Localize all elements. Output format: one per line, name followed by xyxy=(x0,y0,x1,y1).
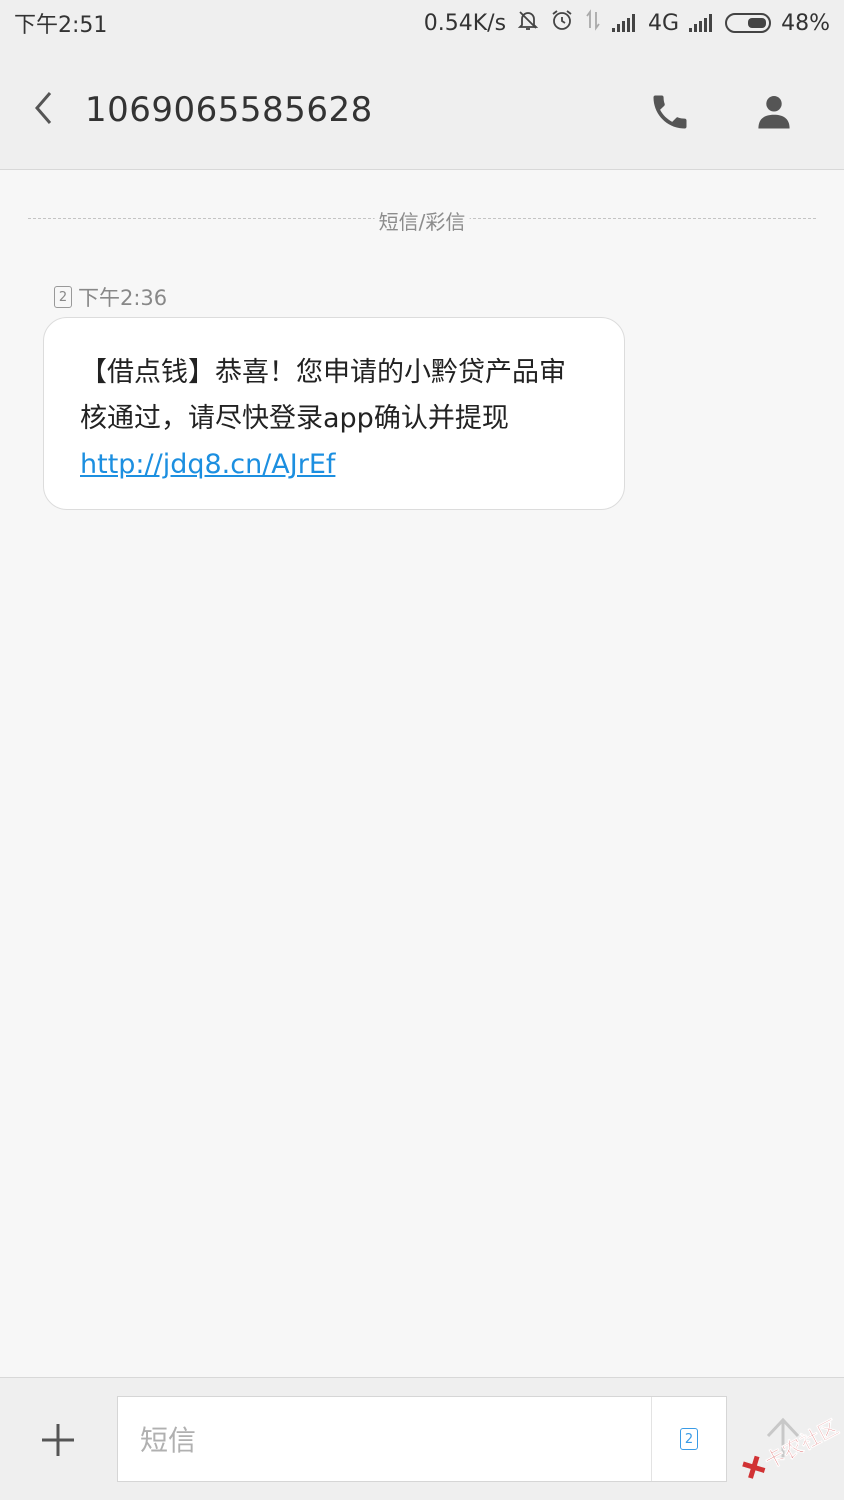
message-time: 下午2:36 xyxy=(78,286,168,310)
status-icons: 0.54K/s 4G 48% xyxy=(424,8,830,38)
alarm-clock-icon xyxy=(550,8,574,38)
person-icon xyxy=(758,96,790,129)
sim-switch-button[interactable]: 2 xyxy=(651,1397,726,1481)
signal-strength-2-icon xyxy=(689,14,715,32)
mute-bell-icon xyxy=(516,8,540,38)
message-link[interactable]: http://jdq8.cn/AJrEf xyxy=(80,442,588,488)
call-button[interactable] xyxy=(648,90,692,134)
message-meta: 2 下午2:36 xyxy=(54,282,167,312)
add-attachment-button[interactable] xyxy=(36,1418,80,1462)
divider-label: 短信/彩信 xyxy=(374,206,470,235)
sms-conversation-screen: 下午2:51 0.54K/s 4G 48% 1069065585628 短信/彩… xyxy=(0,0,844,1500)
status-time: 下午2:51 xyxy=(14,13,108,38)
battery-icon xyxy=(725,13,772,33)
data-transfer-icon xyxy=(584,8,602,38)
message-input[interactable] xyxy=(138,1397,642,1483)
sim-card-icon: 2 xyxy=(680,1428,698,1450)
battery-level: 48% xyxy=(781,10,830,36)
status-bar: 下午2:51 0.54K/s 4G 48% xyxy=(0,0,844,46)
contact-info-button[interactable] xyxy=(752,90,796,134)
message-type-divider: 短信/彩信 xyxy=(28,206,816,235)
message-bubble[interactable]: 【借点钱】恭喜！您申请的小黔贷产品审核通过，请尽快登录app确认并提现 http… xyxy=(43,317,625,510)
watermark-text: 卡农社区 xyxy=(760,1414,843,1474)
sim-card-icon: 2 xyxy=(54,286,72,308)
phone-icon xyxy=(653,95,687,129)
back-button[interactable] xyxy=(26,88,62,128)
plus-icon xyxy=(42,1424,74,1456)
composer-bar: 2 xyxy=(0,1377,844,1500)
network-type: 4G xyxy=(648,10,680,36)
conversation-header: 1069065585628 xyxy=(0,46,844,170)
message-text: 【借点钱】恭喜！您申请的小黔贷产品审核通过，请尽快登录app确认并提现 xyxy=(80,357,566,434)
net-speed: 0.54K/s xyxy=(423,10,507,36)
back-chevron-icon xyxy=(35,92,52,124)
message-input-box[interactable]: 2 xyxy=(117,1396,727,1483)
signal-strength-icon xyxy=(612,14,638,32)
contact-title: 1069065585628 xyxy=(85,90,373,130)
